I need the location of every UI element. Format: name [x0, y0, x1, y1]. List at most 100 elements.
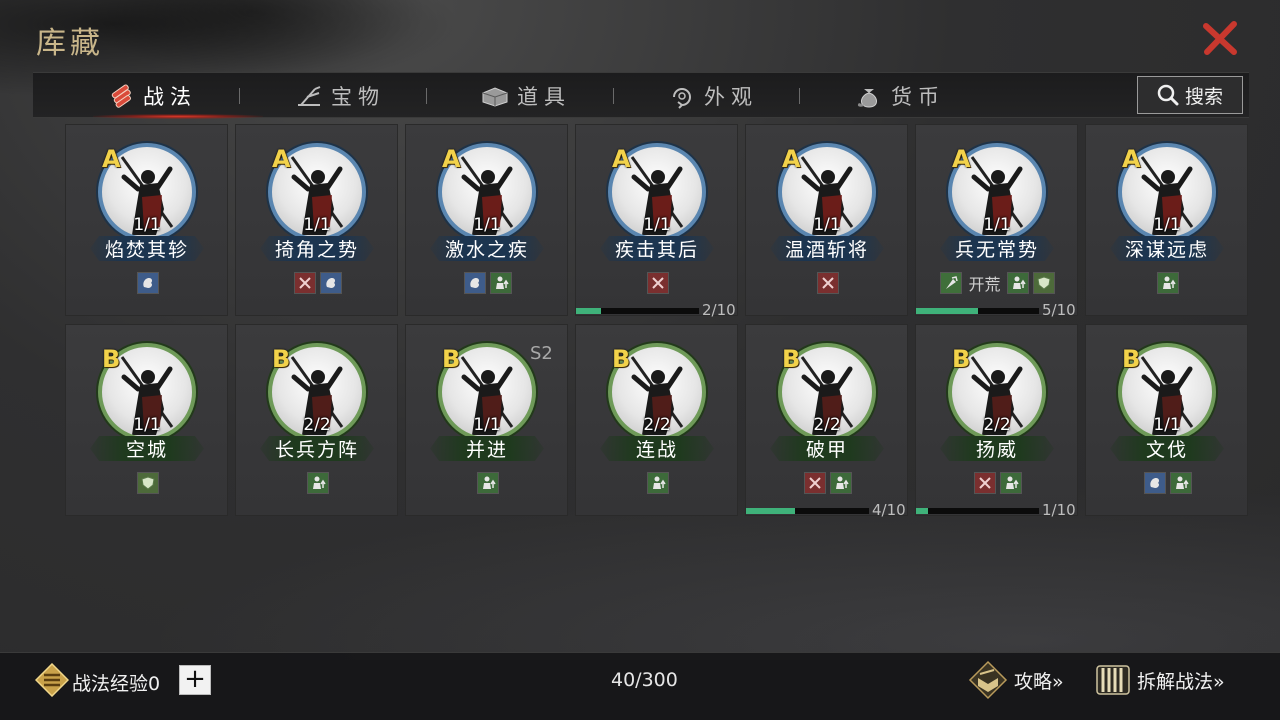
control-tag-icon [463, 272, 486, 294]
dismantle-bundle-icon [1096, 665, 1130, 695]
page-title: 库藏 [36, 26, 104, 61]
control-tag-icon [319, 272, 342, 294]
skill-count: 2/2 [983, 415, 1011, 435]
skill-grade: A [952, 145, 971, 173]
skill-tag-text: 开荒 [968, 275, 1001, 294]
skill-card[interactable]: B 1/1 并进 S2 [405, 324, 568, 516]
skill-name: 激水之疾 [430, 236, 544, 261]
skill-card[interactable]: A 1/1 焰焚其轸 [65, 124, 228, 316]
skill-count: 1/1 [473, 215, 501, 235]
skill-card[interactable]: A 1/1 掎角之势 [235, 124, 398, 316]
skill-progress-fill [746, 508, 796, 514]
skill-exp-icon [35, 663, 69, 697]
skill-count: 1/1 [303, 215, 331, 235]
guide-label: 攻略» [1014, 670, 1064, 693]
tab-label: 道具 [517, 85, 571, 109]
skill-tags [916, 471, 1079, 495]
tab-separator [613, 88, 614, 104]
skill-grade: B [612, 345, 631, 373]
tab-treasures[interactable]: 宝物 [295, 73, 385, 119]
skill-card[interactable]: B 1/1 文伐 [1085, 324, 1248, 516]
skill-card[interactable]: B 2/2 破甲 4/10 [745, 324, 909, 519]
assist-tag-icon [646, 472, 669, 494]
dismantle-label: 拆解战法» [1137, 670, 1225, 693]
search-label: 搜索 [1184, 85, 1223, 108]
assist-tag-icon [999, 472, 1022, 494]
skill-exp-label: 战法经验0 [72, 669, 160, 696]
swirl-icon [673, 88, 691, 109]
skill-tags: 开荒 [916, 271, 1079, 295]
skill-progress-fill [576, 308, 601, 314]
skill-card[interactable]: B 2/2 连战 [575, 324, 738, 516]
skill-tags [406, 271, 569, 295]
skill-card[interactable]: B 1/1 空城 [65, 324, 228, 516]
attack-tag-icon [293, 272, 316, 294]
skill-grade: A [102, 145, 121, 173]
skill-tags [746, 271, 909, 295]
money-bag-icon [857, 89, 877, 108]
skill-count: 1/1 [1153, 415, 1181, 435]
skill-tags [576, 271, 739, 295]
assist-tag-icon [1156, 272, 1179, 294]
guide-button[interactable]: 攻略» [966, 660, 1064, 700]
skill-name: 空城 [90, 436, 204, 461]
skill-progress-text: 4/10 [872, 501, 906, 519]
tab-appearance[interactable]: 外观 [668, 73, 758, 119]
assist-tag-icon [306, 472, 329, 494]
skill-name: 连战 [600, 436, 714, 461]
skill-grade: B [442, 345, 461, 373]
skill-card[interactable]: A 1/1 深谋远虑 [1085, 124, 1248, 316]
tab-separator [799, 88, 800, 104]
skill-tags [66, 271, 229, 295]
tab-label: 战法 [143, 85, 197, 109]
skill-grade: A [442, 145, 461, 173]
skill-count: 1/1 [813, 215, 841, 235]
inventory-capacity: 40/300 [611, 669, 678, 691]
skill-card[interactable]: A 1/1 温酒斩将 [745, 124, 908, 316]
skill-grade: A [612, 145, 631, 173]
skill-tags [746, 471, 909, 495]
skill-count: 1/1 [133, 215, 161, 235]
add-exp-button[interactable]: + [179, 665, 211, 695]
skill-name: 兵无常势 [940, 236, 1054, 261]
skill-count: 1/1 [1153, 215, 1181, 235]
skill-name: 文伐 [1110, 436, 1224, 461]
skill-grade: B [1122, 345, 1141, 373]
skill-progress-text: 1/10 [1042, 501, 1076, 519]
skill-grade: B [272, 345, 291, 373]
skill-grade: B [952, 345, 971, 373]
skill-card[interactable]: A 1/1 兵无常势 开荒 5/10 [915, 124, 1079, 319]
skill-card[interactable]: A 1/1 激水之疾 [405, 124, 568, 316]
skill-grade: B [102, 345, 121, 373]
skill-count: 1/1 [643, 215, 671, 235]
skill-card[interactable]: B 2/2 长兵方阵 [235, 324, 398, 516]
guide-book-icon [968, 660, 1008, 700]
assist-tag-icon [476, 472, 499, 494]
tab-skills[interactable]: 战法 [107, 73, 197, 119]
skill-progress-text: 2/10 [702, 301, 736, 319]
skill-progress-bar [916, 508, 1039, 514]
close-icon [1203, 21, 1237, 55]
attack-tag-icon [973, 472, 996, 494]
skill-card[interactable]: A 1/1 疾击其后 2/10 [575, 124, 739, 319]
skill-count: 2/2 [643, 415, 671, 435]
skill-tags [236, 271, 399, 295]
skill-name: 扬威 [940, 436, 1054, 461]
search-icon [1157, 84, 1179, 106]
skill-progress-fill [916, 508, 929, 514]
skill-grade: A [272, 145, 291, 173]
tab-items[interactable]: 道具 [481, 73, 571, 119]
tab-separator [239, 88, 240, 104]
close-button[interactable] [1198, 16, 1242, 60]
tab-currency[interactable]: 货币 [855, 73, 945, 119]
skill-name: 温酒斩将 [770, 236, 884, 261]
skill-card[interactable]: B 2/2 扬威 1/10 [915, 324, 1079, 519]
skill-progress-fill [916, 308, 978, 314]
search-button[interactable]: 搜索 [1137, 76, 1243, 114]
assist-tag-icon [1169, 472, 1192, 494]
dismantle-skills-button[interactable]: 拆解战法» [1093, 660, 1225, 700]
skill-count: 2/2 [813, 415, 841, 435]
tab-label: 货币 [891, 85, 945, 109]
skill-grade: A [1122, 145, 1141, 173]
skill-progress-bar [576, 308, 699, 314]
